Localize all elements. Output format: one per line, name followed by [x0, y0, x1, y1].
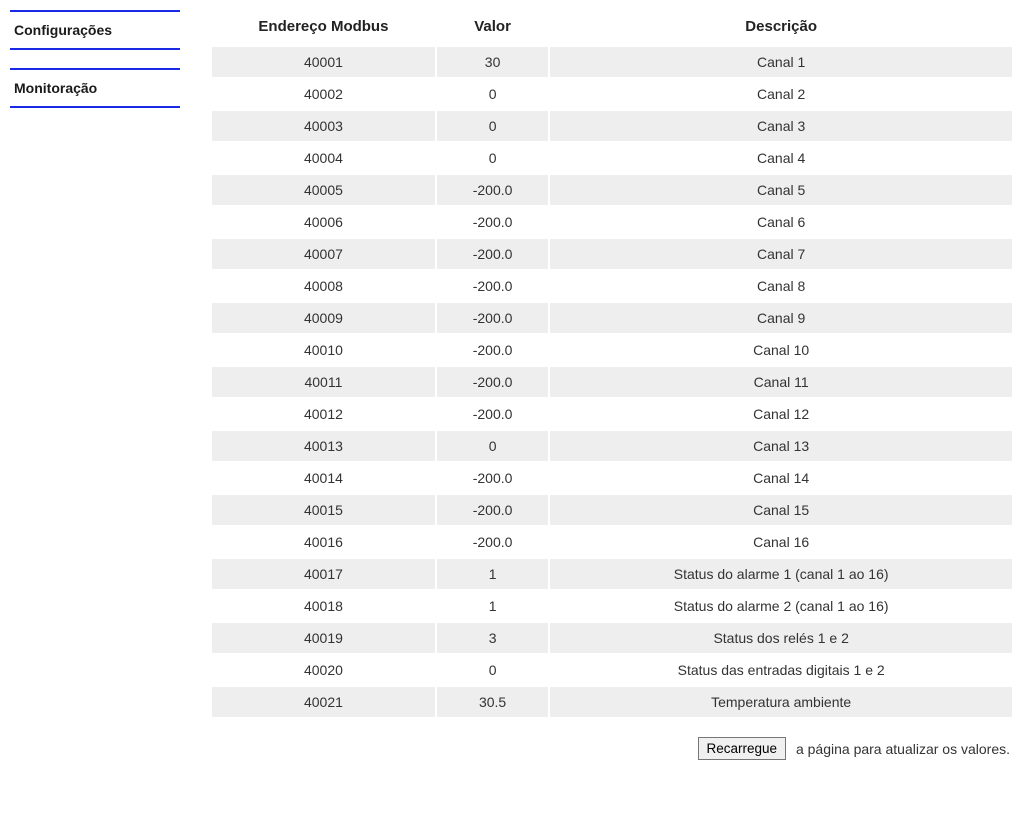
table-row: 40011-200.0Canal 11: [212, 367, 1012, 397]
footer: Recarregue a página para atualizar os va…: [210, 737, 1014, 760]
cell-address: 40020: [212, 655, 435, 685]
cell-value: -200.0: [437, 303, 548, 333]
table-row: 40015-200.0Canal 15: [212, 495, 1012, 525]
table-row: 40009-200.0Canal 9: [212, 303, 1012, 333]
cell-value: 0: [437, 79, 548, 109]
cell-value: 0: [437, 143, 548, 173]
cell-address: 40004: [212, 143, 435, 173]
cell-address: 40005: [212, 175, 435, 205]
cell-description: Status dos relés 1 e 2: [550, 623, 1012, 653]
table-row: 400200Status das entradas digitais 1 e 2: [212, 655, 1012, 685]
cell-address: 40019: [212, 623, 435, 653]
cell-value: 30: [437, 47, 548, 77]
cell-value: -200.0: [437, 399, 548, 429]
cell-description: Canal 7: [550, 239, 1012, 269]
table-row: 4002130.5Temperatura ambiente: [212, 687, 1012, 717]
cell-address: 40014: [212, 463, 435, 493]
cell-address: 40013: [212, 431, 435, 461]
table-row: 40010-200.0Canal 10: [212, 335, 1012, 365]
cell-address: 40006: [212, 207, 435, 237]
cell-address: 40007: [212, 239, 435, 269]
cell-description: Canal 12: [550, 399, 1012, 429]
modbus-table: Endereço Modbus Valor Descrição 4000130C…: [210, 10, 1014, 719]
cell-value: 1: [437, 559, 548, 589]
sidebar-item-monitor[interactable]: Monitoração: [10, 68, 180, 108]
cell-address: 40012: [212, 399, 435, 429]
cell-description: Canal 3: [550, 111, 1012, 141]
cell-description: Canal 15: [550, 495, 1012, 525]
cell-description: Canal 16: [550, 527, 1012, 557]
cell-address: 40010: [212, 335, 435, 365]
table-row: 40008-200.0Canal 8: [212, 271, 1012, 301]
table-row: 400040Canal 4: [212, 143, 1012, 173]
cell-address: 40015: [212, 495, 435, 525]
cell-address: 40003: [212, 111, 435, 141]
table-row: 400181Status do alarme 2 (canal 1 ao 16): [212, 591, 1012, 621]
cell-value: -200.0: [437, 207, 548, 237]
table-row: 400171Status do alarme 1 (canal 1 ao 16): [212, 559, 1012, 589]
header-value: Valor: [437, 12, 548, 45]
cell-address: 40016: [212, 527, 435, 557]
cell-description: Canal 1: [550, 47, 1012, 77]
cell-description: Canal 6: [550, 207, 1012, 237]
cell-description: Canal 9: [550, 303, 1012, 333]
table-row: 40006-200.0Canal 6: [212, 207, 1012, 237]
cell-address: 40002: [212, 79, 435, 109]
footer-text: a página para atualizar os valores.: [796, 741, 1010, 757]
cell-description: Canal 4: [550, 143, 1012, 173]
cell-address: 40011: [212, 367, 435, 397]
table-row: 400020Canal 2: [212, 79, 1012, 109]
cell-description: Canal 2: [550, 79, 1012, 109]
cell-value: 0: [437, 655, 548, 685]
app-container: Configurações Monitoração Endereço Modbu…: [0, 0, 1024, 760]
cell-value: 0: [437, 431, 548, 461]
cell-value: -200.0: [437, 495, 548, 525]
cell-description: Canal 14: [550, 463, 1012, 493]
cell-value: 3: [437, 623, 548, 653]
cell-description: Canal 13: [550, 431, 1012, 461]
cell-value: -200.0: [437, 335, 548, 365]
main-content: Endereço Modbus Valor Descrição 4000130C…: [190, 10, 1024, 760]
table-row: 40014-200.0Canal 14: [212, 463, 1012, 493]
reload-button[interactable]: Recarregue: [698, 737, 787, 760]
sidebar: Configurações Monitoração: [10, 10, 190, 760]
sidebar-item-config[interactable]: Configurações: [10, 10, 180, 50]
cell-description: Canal 5: [550, 175, 1012, 205]
cell-value: 0: [437, 111, 548, 141]
cell-description: Status do alarme 2 (canal 1 ao 16): [550, 591, 1012, 621]
cell-description: Status do alarme 1 (canal 1 ao 16): [550, 559, 1012, 589]
cell-value: -200.0: [437, 527, 548, 557]
table-row: 400030Canal 3: [212, 111, 1012, 141]
cell-value: 30.5: [437, 687, 548, 717]
cell-address: 40017: [212, 559, 435, 589]
cell-value: -200.0: [437, 239, 548, 269]
table-row: 400130Canal 13: [212, 431, 1012, 461]
table-row: 40007-200.0Canal 7: [212, 239, 1012, 269]
table-row: 400193Status dos relés 1 e 2: [212, 623, 1012, 653]
cell-address: 40018: [212, 591, 435, 621]
cell-address: 40001: [212, 47, 435, 77]
cell-address: 40009: [212, 303, 435, 333]
table-row: 40016-200.0Canal 16: [212, 527, 1012, 557]
cell-value: -200.0: [437, 271, 548, 301]
cell-address: 40021: [212, 687, 435, 717]
table-row: 40012-200.0Canal 12: [212, 399, 1012, 429]
header-address: Endereço Modbus: [212, 12, 435, 45]
cell-description: Canal 11: [550, 367, 1012, 397]
header-description: Descrição: [550, 12, 1012, 45]
cell-value: -200.0: [437, 175, 548, 205]
cell-description: Temperatura ambiente: [550, 687, 1012, 717]
cell-description: Status das entradas digitais 1 e 2: [550, 655, 1012, 685]
cell-description: Canal 10: [550, 335, 1012, 365]
cell-address: 40008: [212, 271, 435, 301]
cell-value: -200.0: [437, 463, 548, 493]
table-row: 4000130Canal 1: [212, 47, 1012, 77]
cell-value: 1: [437, 591, 548, 621]
table-row: 40005-200.0Canal 5: [212, 175, 1012, 205]
cell-value: -200.0: [437, 367, 548, 397]
cell-description: Canal 8: [550, 271, 1012, 301]
table-header-row: Endereço Modbus Valor Descrição: [212, 12, 1012, 45]
